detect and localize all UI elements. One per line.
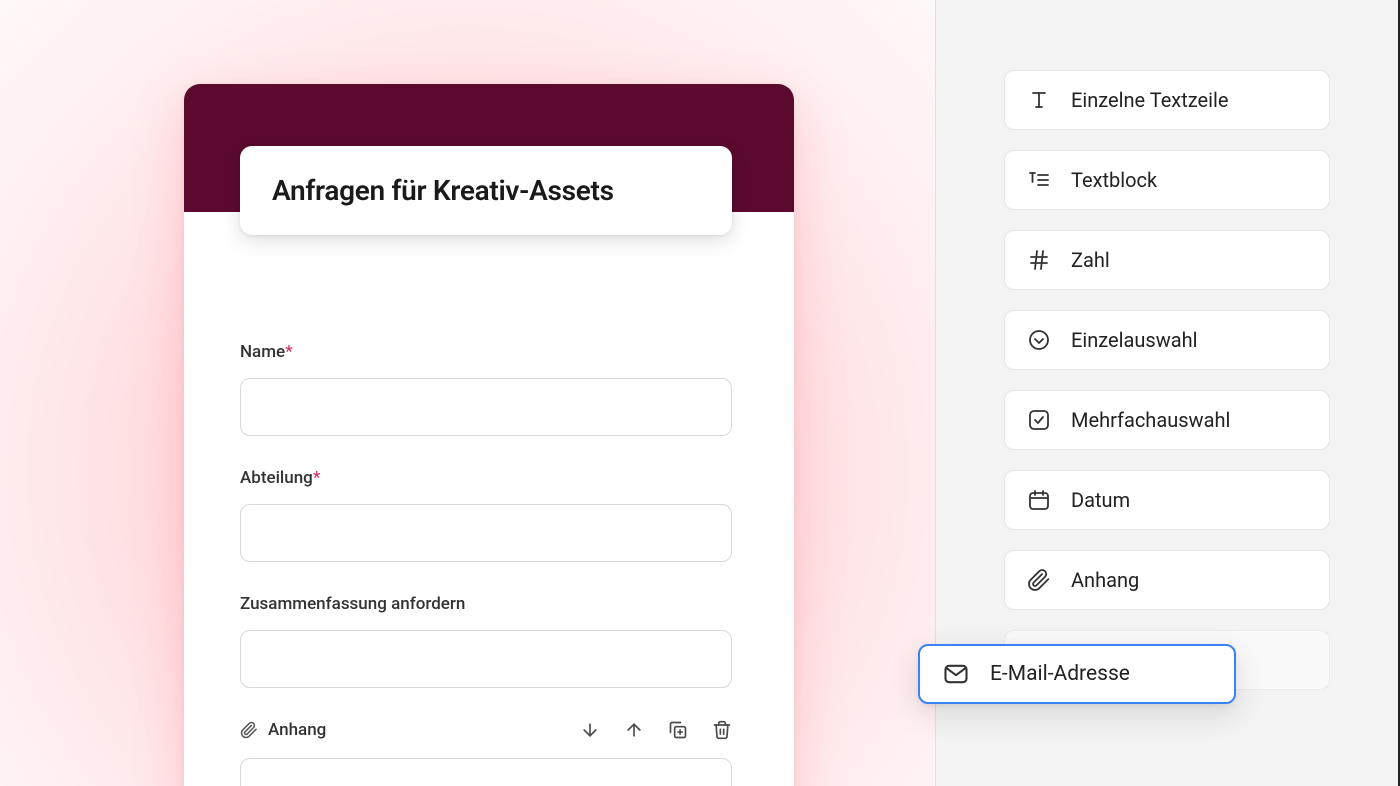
paperclip-icon: [1027, 568, 1051, 592]
component-label: Anhang: [1071, 568, 1139, 592]
field-label-text: Zusammenfassung anfordern: [240, 594, 465, 614]
form-title: Anfragen für Kreativ-Assets: [272, 174, 700, 207]
component-label: Zahl: [1071, 248, 1110, 272]
duplicate-button[interactable]: [668, 720, 688, 740]
field-label: Name*: [240, 342, 738, 362]
envelope-icon: [942, 660, 970, 688]
move-down-button[interactable]: [580, 720, 600, 740]
calendar-icon: [1027, 488, 1051, 512]
field-label-text: Name: [240, 342, 285, 362]
form-preview-panel: Anfragen für Kreativ-Assets Name* Abteil…: [0, 0, 935, 786]
field-action-icons: [580, 720, 732, 740]
form-body: Name* Abteilung* Zusammenfassung anforde…: [184, 212, 794, 786]
chevron-circle-icon: [1027, 328, 1051, 352]
form-field-abteilung: Abteilung*: [240, 468, 738, 562]
field-label: Zusammenfassung anfordern: [240, 594, 738, 614]
component-number[interactable]: Zahl: [1004, 230, 1330, 290]
anhang-input[interactable]: [240, 758, 732, 786]
attachment-label-group: Anhang: [240, 720, 326, 740]
component-palette: Einzelne Textzeile Textblock Zahl Einzel…: [935, 0, 1400, 786]
attachment-label-text: Anhang: [268, 720, 326, 740]
form-title-card[interactable]: Anfragen für Kreativ-Assets: [240, 146, 732, 235]
form-card: Anfragen für Kreativ-Assets Name* Abteil…: [184, 84, 794, 786]
form-field-zusammenfassung: Zusammenfassung anfordern: [240, 594, 738, 688]
arrow-down-icon: [580, 720, 600, 740]
delete-button[interactable]: [712, 720, 732, 740]
hash-icon: [1027, 248, 1051, 272]
component-attachment[interactable]: Anhang: [1004, 550, 1330, 610]
zusammenfassung-input[interactable]: [240, 630, 732, 688]
form-field-name: Name*: [240, 342, 738, 436]
field-label: Abteilung*: [240, 468, 738, 488]
abteilung-input[interactable]: [240, 504, 732, 562]
name-input[interactable]: [240, 378, 732, 436]
text-block-icon: [1027, 168, 1051, 192]
required-star: *: [285, 342, 293, 362]
component-label: Textblock: [1071, 168, 1157, 192]
component-label: Datum: [1071, 488, 1130, 512]
component-text-block[interactable]: Textblock: [1004, 150, 1330, 210]
required-star: *: [313, 468, 321, 488]
component-label: E-Mail-Adresse: [990, 662, 1130, 686]
text-single-icon: [1027, 88, 1051, 112]
component-email-dragging[interactable]: E-Mail-Adresse: [918, 644, 1236, 704]
component-date[interactable]: Datum: [1004, 470, 1330, 530]
checkbox-icon: [1027, 408, 1051, 432]
component-single-select[interactable]: Einzelauswahl: [1004, 310, 1330, 370]
component-multi-select[interactable]: Mehrfachauswahl: [1004, 390, 1330, 450]
component-label: Einzelne Textzeile: [1071, 88, 1228, 112]
arrow-up-icon: [624, 720, 644, 740]
trash-icon: [712, 720, 732, 740]
move-up-button[interactable]: [624, 720, 644, 740]
field-label-text: Abteilung: [240, 468, 313, 488]
component-single-text[interactable]: Einzelne Textzeile: [1004, 70, 1330, 130]
form-field-anhang: Anhang: [240, 720, 738, 786]
paperclip-icon: [240, 721, 258, 739]
component-label: Mehrfachauswahl: [1071, 408, 1230, 432]
duplicate-icon: [668, 720, 688, 740]
component-label: Einzelauswahl: [1071, 328, 1198, 352]
